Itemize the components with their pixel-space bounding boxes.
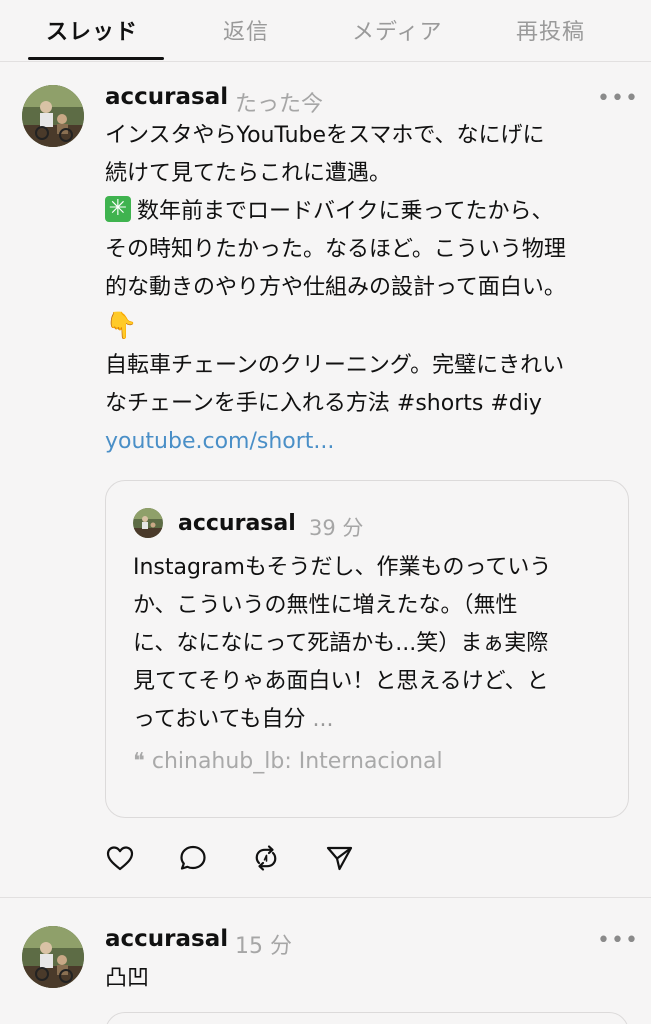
post-timestamp: たった今: [235, 92, 324, 117]
post-body: 凸凹: [105, 960, 635, 998]
post-line: 自転車チェーンのクリーニング。完璧にきれい: [105, 353, 565, 378]
tab-replies[interactable]: 返信: [223, 14, 269, 46]
comment-icon[interactable]: [178, 843, 208, 873]
heart-icon[interactable]: [105, 843, 135, 873]
repost-icon[interactable]: [251, 843, 281, 873]
attached-card[interactable]: [105, 1012, 629, 1024]
share-icon[interactable]: [324, 843, 354, 873]
post-body: インスタやらYouTubeをスマホで、なにげに 続けて見てたらこれに遭遇。 数年…: [105, 117, 635, 461]
post-line-with-emoji: 数年前までロードバイクに乗ってたから、: [105, 190, 635, 231]
quoted-timestamp: 39 分: [309, 516, 364, 540]
quoted-line: か、こういうの無性に増えたな。（無性: [133, 593, 518, 618]
tab-media[interactable]: メディア: [352, 14, 442, 46]
quoted-line: っておいても自分: [133, 707, 306, 732]
quote-source: ❝ chinahub_lb: Internacional: [133, 749, 443, 774]
quoted-ellipsis: ...: [312, 707, 334, 732]
avatar[interactable]: [22, 85, 84, 147]
more-options-icon[interactable]: •••: [597, 930, 639, 952]
post-line: 的な動きのやり方や仕組みの設計って面白い。: [105, 275, 566, 300]
quoted-avatar[interactable]: [133, 508, 163, 538]
post-line: なチェーンを手に入れる方法 #shorts #diy: [105, 391, 542, 416]
post-timestamp: 15 分: [235, 934, 292, 959]
quote-mark-icon: ❝: [133, 749, 145, 774]
quote-source-label: chinahub_lb: Internacional: [151, 749, 443, 774]
post-line: 続けて見てたらこれに遭遇。: [105, 161, 392, 186]
post-actions: [105, 843, 365, 875]
quoted-post-card[interactable]: accurasal 39 分 Instagramもそうだし、作業ものっていう か…: [105, 480, 629, 818]
pointing-down-hand-icon: 👇: [105, 311, 138, 341]
post-line: インスタやらYouTubeをスマホで、なにげに: [105, 123, 545, 148]
avatar-photo: [22, 85, 84, 147]
post-link[interactable]: youtube.com/short...: [105, 423, 635, 461]
quoted-username[interactable]: accurasal: [178, 511, 296, 536]
eight-spoked-asterisk-icon: [105, 190, 131, 228]
profile-tabs: スレッド 返信 メディア 再投稿: [0, 0, 651, 62]
more-options-icon[interactable]: •••: [597, 88, 639, 110]
quoted-line: Instagramもそうだし、作業ものっていう: [133, 555, 552, 580]
quoted-line: に、なになにって死語かも...笑）まぁ実際: [133, 631, 549, 656]
tab-reposts[interactable]: 再投稿: [516, 14, 585, 46]
post-line: 凸凹: [105, 966, 150, 991]
post-line: 数年前までロードバイクに乗ってたから、: [137, 199, 554, 224]
quoted-line: 見ててそりゃあ面白い！と思えるけど、と: [133, 669, 549, 694]
avatar-photo: [22, 926, 84, 988]
tab-threads[interactable]: スレッド: [46, 14, 138, 46]
post-divider: [0, 897, 651, 898]
post-username[interactable]: accurasal: [105, 926, 228, 952]
avatar-photo: [133, 508, 163, 538]
avatar[interactable]: [22, 926, 84, 988]
post-username[interactable]: accurasal: [105, 84, 228, 110]
post-line: その時知りたかった。なるほど。こういう物理: [105, 237, 566, 262]
quoted-body: Instagramもそうだし、作業ものっていう か、こういうの無性に増えたな。（…: [133, 549, 613, 739]
active-tab-indicator: [28, 57, 164, 60]
